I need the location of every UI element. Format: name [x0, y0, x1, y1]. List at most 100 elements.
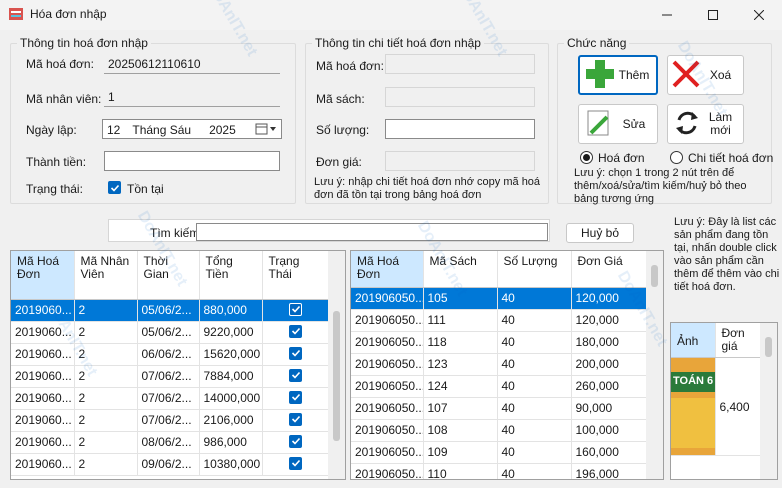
book-id-field[interactable] [385, 87, 535, 107]
invoice-cell-employee: 2 [74, 453, 138, 476]
detail-cell-invoice-id: 201906050... [351, 463, 424, 479]
status-check-icon[interactable] [289, 346, 302, 360]
invoice-cell-status[interactable] [262, 409, 330, 432]
detail-header-unit-price[interactable]: Đơn Giá [571, 251, 648, 288]
scroll-thumb[interactable] [651, 265, 658, 287]
unit-price-field[interactable] [385, 151, 535, 171]
detail-table-row[interactable]: 201906050... 111 40 120,000 [351, 309, 648, 332]
invoice-header-time[interactable]: Thời Gian [137, 251, 200, 300]
invoice-header-id[interactable]: Mã Hoá Đơn [11, 251, 75, 300]
invoice-cell-time: 07/06/2... [137, 409, 200, 432]
product-price: 6,400 [715, 357, 764, 456]
edit-button-label: Sửa [622, 117, 646, 131]
product-table-scrollbar[interactable] [760, 323, 777, 479]
minimize-button[interactable] [644, 0, 690, 30]
detail-header-invoice-id[interactable]: Mã Hoá Đơn [351, 251, 424, 288]
status-checkbox[interactable] [108, 181, 121, 194]
status-check-icon[interactable] [289, 412, 302, 426]
detail-table-scrollbar[interactable] [646, 251, 663, 479]
detail-table-row[interactable]: 201906050... 105 40 120,000 [351, 287, 648, 310]
calendar-icon[interactable] [255, 123, 277, 135]
radio-detail[interactable] [670, 151, 683, 164]
invoice-table-row[interactable]: 2019060... 2 09/06/2... 10380,000 [11, 453, 330, 476]
check-icon [110, 184, 119, 192]
invoice-table-row[interactable]: 2019060... 2 07/06/2... 7884,000 [11, 365, 330, 388]
refresh-button[interactable]: Làm mới [667, 104, 744, 144]
detail-cell-invoice-id: 201906050... [351, 287, 424, 310]
invoice-cell-status[interactable] [262, 431, 330, 454]
radio-invoice[interactable] [580, 151, 593, 164]
status-check-icon[interactable] [289, 434, 302, 448]
detail-table-row[interactable]: 201906050... 123 40 200,000 [351, 353, 648, 376]
invoice-cell-time: 05/06/2... [137, 321, 200, 344]
invoice-table-row[interactable]: 2019060... 2 05/06/2... 880,000 [11, 299, 330, 322]
detail-header-quantity[interactable]: Số Lượng [497, 251, 572, 288]
invoice-table-row[interactable]: 2019060... 2 08/06/2... 986,000 [11, 431, 330, 454]
date-month: Tháng Sáu [132, 123, 192, 137]
detail-cell-unit-price: 180,000 [571, 331, 648, 354]
invoice-cell-total: 7884,000 [199, 365, 263, 388]
invoice-cell-id: 2019060... [11, 343, 75, 366]
invoice-header-employee[interactable]: Mã Nhân Viên [74, 251, 138, 300]
cancel-button[interactable]: Huỷ bỏ [566, 223, 634, 243]
invoice-cell-id: 2019060... [11, 431, 75, 454]
invoice-table-row[interactable]: 2019060... 2 07/06/2... 14000,000 [11, 387, 330, 410]
search-input[interactable] [196, 223, 548, 241]
invoice-id-field[interactable]: 20250612110610 [104, 54, 280, 74]
invoice-cell-status[interactable] [262, 321, 330, 344]
detail-cell-invoice-id: 201906050... [351, 397, 424, 420]
detail-cell-quantity: 40 [497, 287, 572, 310]
close-button[interactable] [736, 0, 782, 30]
detail-table-row[interactable]: 201906050... 109 40 160,000 [351, 441, 648, 464]
detail-table-row[interactable]: 201906050... 107 40 90,000 [351, 397, 648, 420]
detail-header-book-id[interactable]: Mã Sách [423, 251, 498, 288]
status-check-icon[interactable] [289, 456, 302, 470]
product-image[interactable]: TOÁN 6 [671, 357, 716, 456]
status-check-icon[interactable] [289, 324, 302, 338]
detail-table-row[interactable]: 201906050... 110 40 196,000 [351, 463, 648, 479]
maximize-button[interactable] [690, 0, 736, 30]
delete-button[interactable]: Xoá [667, 55, 744, 95]
invoice-cell-status[interactable] [262, 365, 330, 388]
detail-cell-unit-price: 260,000 [571, 375, 648, 398]
date-picker[interactable]: 12 Tháng Sáu 2025 [102, 119, 282, 139]
status-check-icon[interactable] [289, 302, 302, 316]
invoice-header-status[interactable]: Trạng Thái [262, 251, 330, 300]
edit-button[interactable]: Sửa [578, 104, 658, 144]
product-row[interactable]: TOÁN 6 6,400 [671, 357, 764, 456]
scroll-thumb[interactable] [333, 311, 340, 441]
refresh-button-label: Làm mới [708, 110, 733, 137]
add-button[interactable]: Thêm [578, 55, 658, 95]
invoice-cell-status[interactable] [262, 299, 330, 322]
radio-dot [583, 154, 590, 161]
detail-cell-unit-price: 100,000 [571, 419, 648, 442]
detail-table-row[interactable]: 201906050... 124 40 260,000 [351, 375, 648, 398]
invoice-table-row[interactable]: 2019060... 2 07/06/2... 2106,000 [11, 409, 330, 432]
total-field[interactable] [104, 151, 280, 171]
detail-table-row[interactable]: 201906050... 118 40 180,000 [351, 331, 648, 354]
invoice-table-row[interactable]: 2019060... 2 05/06/2... 9220,000 [11, 321, 330, 344]
book-id-label: Mã sách: [316, 92, 365, 106]
invoice-table-scrollbar[interactable] [328, 251, 345, 479]
invoice-header-total[interactable]: Tổng Tiền [199, 251, 263, 300]
invoice-cell-status[interactable] [262, 453, 330, 476]
detail-invoice-id-field[interactable] [385, 54, 535, 74]
detail-table-row[interactable]: 201906050... 108 40 100,000 [351, 419, 648, 442]
invoice-cell-time: 09/06/2... [137, 453, 200, 476]
detail-cell-quantity: 40 [497, 375, 572, 398]
quantity-field[interactable] [385, 119, 535, 139]
product-header-price[interactable]: Đơn giá [715, 323, 764, 358]
detail-cell-book-id: 108 [423, 419, 498, 442]
invoice-table-row[interactable]: 2019060... 2 06/06/2... 15620,000 [11, 343, 330, 366]
scroll-thumb[interactable] [765, 337, 772, 357]
functions-note: Lưu ý: chọn 1 trong 2 nút trên để thêm/x… [574, 167, 747, 205]
invoice-cell-status[interactable] [262, 387, 330, 410]
product-header-image[interactable]: Ảnh [671, 323, 716, 358]
status-check-icon[interactable] [289, 390, 302, 404]
invoice-cell-status[interactable] [262, 343, 330, 366]
invoice-cell-id: 2019060... [11, 365, 75, 388]
invoice-cell-total: 14000,000 [199, 387, 263, 410]
cancel-button-label: Huỷ bỏ [580, 226, 620, 240]
employee-id-field[interactable]: 1 [104, 87, 280, 107]
status-check-icon[interactable] [289, 368, 302, 382]
